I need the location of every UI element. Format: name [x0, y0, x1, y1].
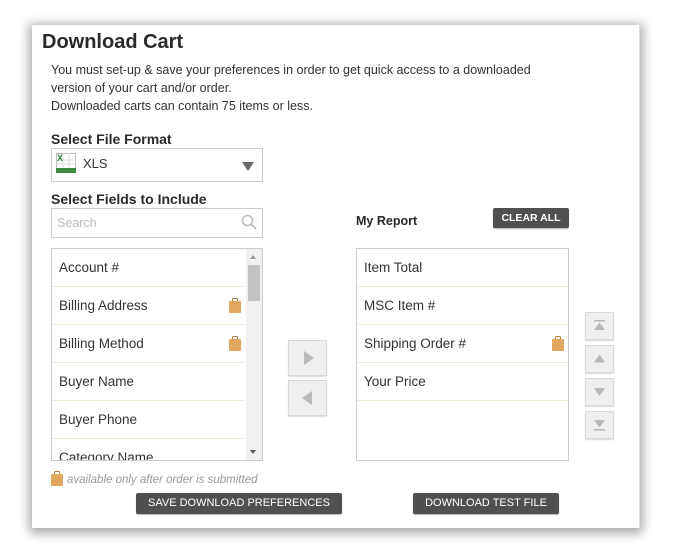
list-item[interactable]: Shipping Order #	[357, 325, 568, 363]
arrow-down-icon	[594, 388, 605, 396]
scroll-down-icon[interactable]	[250, 450, 256, 454]
item-label: Buyer Phone	[59, 412, 138, 427]
item-label: Buyer Name	[59, 374, 135, 389]
my-report-list[interactable]: Item Total MSC Item # Shipping Order # Y…	[356, 248, 569, 461]
save-download-preferences-button[interactable]: SAVE DOWNLOAD PREFERENCES	[136, 493, 342, 514]
shopping-bag-icon	[51, 471, 63, 486]
my-report-label: My Report	[356, 214, 418, 228]
shopping-bag-icon	[552, 336, 564, 351]
list-item[interactable]: Item Total	[357, 249, 568, 287]
move-up-button[interactable]	[585, 345, 614, 373]
move-to-bottom-button[interactable]	[585, 411, 614, 439]
restriction-note: available only after order is submitted	[51, 471, 258, 486]
list-item[interactable]: Category Name	[52, 439, 245, 461]
scroll-up-icon[interactable]	[250, 255, 256, 259]
item-label: Billing Method	[59, 336, 144, 351]
move-to-top-button[interactable]	[585, 312, 614, 340]
arrow-right-icon	[304, 351, 314, 365]
arrow-left-icon	[302, 391, 312, 405]
item-label: Account #	[59, 260, 120, 275]
page-title: Download Cart	[42, 31, 184, 53]
chevron-down-icon	[242, 162, 254, 171]
file-format-value: XLS	[83, 156, 108, 171]
description: You must set-up & save your preferences …	[51, 61, 611, 115]
svg-text:X: X	[57, 153, 63, 163]
add-field-button[interactable]	[288, 340, 327, 376]
description-line: version of your cart and/or order.	[51, 81, 232, 95]
remove-field-button[interactable]	[288, 380, 327, 416]
download-cart-panel: Download Cart You must set-up & save you…	[32, 25, 640, 528]
search-icon[interactable]	[241, 214, 257, 230]
clear-all-button[interactable]: CLEAR ALL	[493, 208, 569, 228]
excel-xls-icon: X	[56, 153, 76, 173]
search-input[interactable]: Search	[57, 216, 97, 230]
item-label: Billing Address	[59, 298, 148, 313]
shopping-bag-icon	[229, 298, 241, 313]
scrollbar[interactable]	[246, 249, 262, 460]
item-label: Shipping Order #	[364, 336, 467, 351]
shopping-bag-icon	[229, 336, 241, 351]
move-down-button[interactable]	[585, 378, 614, 406]
arrow-up-icon	[594, 354, 605, 363]
scrollbar-thumb[interactable]	[248, 265, 260, 301]
item-label: Item Total	[364, 260, 423, 275]
description-line: You must set-up & save your preferences …	[51, 63, 531, 77]
download-test-file-button[interactable]: DOWNLOAD TEST FILE	[413, 493, 559, 514]
item-label: MSC Item #	[364, 298, 436, 313]
list-item[interactable]: Billing Method	[52, 325, 245, 363]
search-field[interactable]: Search	[51, 208, 263, 238]
list-item[interactable]: Account #	[52, 249, 245, 287]
list-item[interactable]: Buyer Name	[52, 363, 245, 401]
available-fields-list[interactable]: Account # Billing Address Billing Method…	[51, 248, 263, 461]
description-line: Downloaded carts can contain 75 items or…	[51, 99, 313, 113]
list-item[interactable]: Buyer Phone	[52, 401, 245, 439]
list-item[interactable]: Your Price	[357, 363, 568, 401]
item-label: Your Price	[364, 374, 426, 389]
move-to-top-icon	[594, 320, 605, 330]
note-text: available only after order is submitted	[67, 474, 258, 486]
fields-label: Select Fields to Include	[51, 191, 207, 207]
move-to-bottom-icon	[594, 420, 605, 431]
file-format-label: Select File Format	[51, 131, 172, 147]
file-format-select[interactable]: X XLS	[51, 148, 263, 182]
list-item[interactable]: MSC Item #	[357, 287, 568, 325]
list-item[interactable]: Billing Address	[52, 287, 245, 325]
item-label: Category Name	[59, 450, 154, 461]
